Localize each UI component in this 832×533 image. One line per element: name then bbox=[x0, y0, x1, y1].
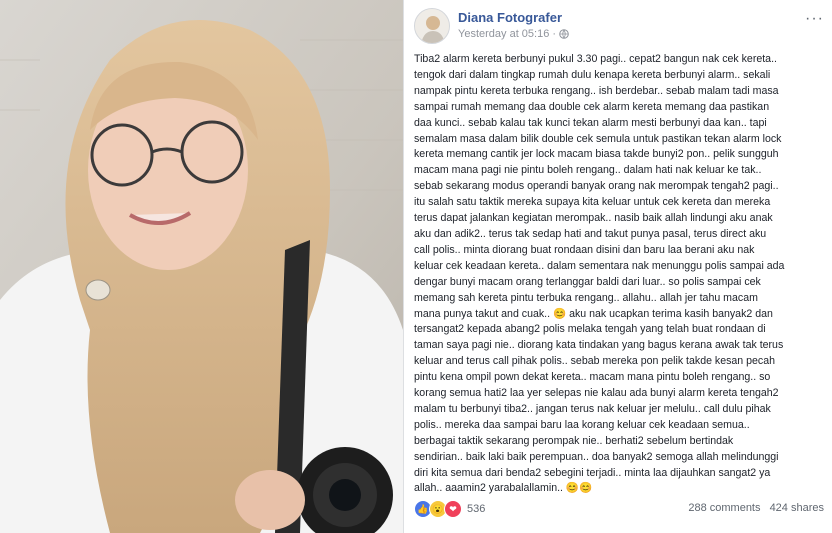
post-text-line: semalam masa dalam bilik double cek semu… bbox=[414, 132, 782, 145]
more-options-icon[interactable]: ··· bbox=[805, 10, 824, 28]
post-text-line: mana punya takut and cuak.. 😊 aku nak uc… bbox=[414, 307, 773, 320]
post-text-line: sebab sekarang modus operandi banyak ora… bbox=[414, 180, 779, 193]
post-panel: Diana Fotografer Yesterday at 05:16 · ··… bbox=[403, 0, 832, 533]
post-text-line: allah.. aaamin2 yarabalallamin.. 😊😊 bbox=[414, 482, 593, 495]
post-text-line: memang sah kereta pintu terbuka rengang.… bbox=[414, 291, 758, 304]
post-photo[interactable] bbox=[0, 0, 403, 533]
post-text-line: terus dapat jalankan kegiatan merompak..… bbox=[414, 212, 773, 225]
avatar-image bbox=[415, 9, 449, 43]
post-text-line: diri kita semua dari benda2 sebegini ter… bbox=[414, 466, 771, 479]
post-text-line: sendirian.. baik laki baik perempuan.. d… bbox=[414, 450, 779, 463]
love-icon: ❤ bbox=[444, 500, 462, 518]
post-header: Diana Fotografer Yesterday at 05:16 · ··… bbox=[414, 8, 824, 44]
post-text-line: call polis.. minta diorang buat rondaan … bbox=[414, 243, 755, 256]
post-body: Tiba2 alarm kereta berbunyi pukul 3.30 p… bbox=[414, 52, 824, 497]
post-text-line: keluar cek keadaan kereta.. dalam sement… bbox=[414, 259, 785, 272]
post-text-line: malam tu berbunyi tiba2.. jangan terus n… bbox=[414, 402, 771, 415]
post-meta: Yesterday at 05:16 · bbox=[458, 28, 569, 40]
post-text-line: itu salah satu taktik mereka supaya kita… bbox=[414, 196, 771, 209]
author-avatar[interactable] bbox=[414, 8, 450, 44]
post-text-line: Tiba2 alarm kereta berbunyi pukul 3.30 p… bbox=[414, 53, 777, 65]
post-timestamp[interactable]: Yesterday at 05:16 bbox=[458, 28, 549, 40]
post-text-line: korang semua hati2 laa yer selepas nie k… bbox=[414, 387, 779, 400]
shares-count[interactable]: 424 shares bbox=[770, 502, 824, 514]
post-text-line: tersangat2 kepada abang2 polis melaka te… bbox=[414, 323, 766, 336]
post-text-line: polis.. mereka daa sampai baru laa koran… bbox=[414, 418, 750, 431]
globe-icon bbox=[559, 29, 569, 39]
post-text-line: kereta memang cantik jer lock macam bias… bbox=[414, 148, 779, 161]
post-text-line: berbagai taktik sekarang perompak nie.. … bbox=[414, 434, 734, 447]
comments-count[interactable]: 288 comments bbox=[688, 502, 760, 514]
post-footer: 👍 😮 ❤ 536 288 comments 424 shares bbox=[414, 500, 824, 520]
facebook-photo-viewer: Diana Fotografer Yesterday at 05:16 · ··… bbox=[0, 0, 832, 533]
post-text-line: taman saya pagi nie.. diorang kata tinda… bbox=[414, 339, 784, 352]
post-text-line: macam mana pagi nie pintu boleh rengang.… bbox=[414, 164, 762, 177]
post-text-line: nampak pintu kereta terbuka rengang.. is… bbox=[414, 84, 779, 97]
portrait-image bbox=[0, 0, 403, 533]
reactions-summary[interactable]: 👍 😮 ❤ 536 bbox=[414, 500, 485, 518]
author-name[interactable]: Diana Fotografer bbox=[458, 10, 562, 25]
post-text-line: daa kunci.. sebab kalau tak kunci tekan … bbox=[414, 116, 767, 129]
reaction-count: 536 bbox=[467, 503, 486, 515]
engagement-counts: 288 comments 424 shares bbox=[682, 502, 824, 514]
separator: · bbox=[552, 28, 557, 40]
post-text-line: aku dan adik2.. terus tak sedap hati and… bbox=[414, 227, 767, 240]
post-text-line: sampai rumah memang daa double cek alarm… bbox=[414, 100, 770, 113]
post-text-line: tengok dari dalam tingkap rumah dulu ken… bbox=[414, 68, 771, 81]
post-text-line: pintu kena ompil pown dekat kereta.. mac… bbox=[414, 371, 771, 384]
post-text-line: keluar and terus call pihak polis.. seba… bbox=[414, 355, 775, 368]
post-text-line: dengar bunyi macam orang terlanggar bald… bbox=[414, 275, 761, 288]
